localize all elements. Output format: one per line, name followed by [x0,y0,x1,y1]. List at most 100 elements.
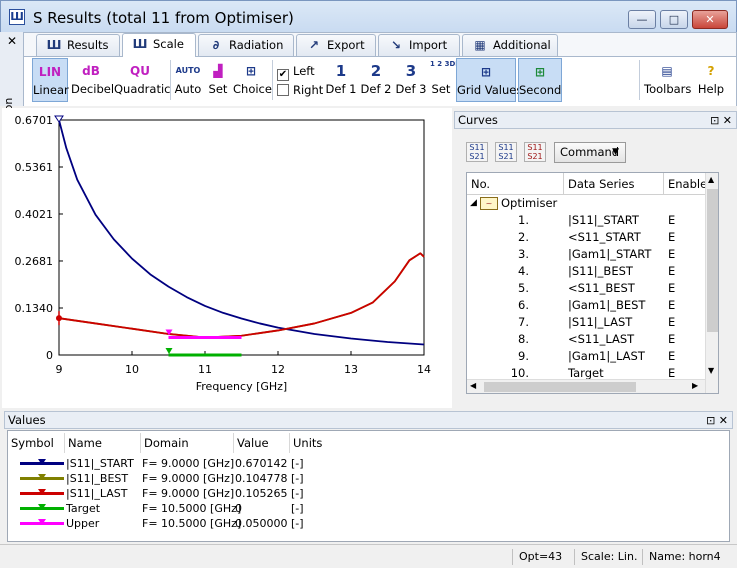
hscrollbar-thumb[interactable] [484,382,636,392]
set-defaults-button[interactable]: 1 2 3DEF Set [429,58,465,102]
tab-export[interactable]: ↗ Export [296,34,376,56]
curve-row[interactable]: 1. |S11|_START E [467,212,705,229]
def3-label: Def 3 [395,82,427,96]
def2-button[interactable]: 2 Def 2 [360,58,392,102]
grid-values-button[interactable]: ⊞ Grid Values [456,58,522,102]
values-row-units: [-] [291,457,304,470]
minimize-button[interactable]: — [628,10,656,29]
def2-label: Def 2 [360,82,392,96]
def-set-icon: 1 2 3DEF [430,60,465,68]
vertical-scrollbar[interactable]: ▲ ▼ [705,173,718,393]
collapse-triangle-icon[interactable]: ◢ [470,195,477,212]
curve-row-enabled: E [668,315,676,329]
column-header-name[interactable]: Name [65,433,141,453]
ribbon-close-icon[interactable]: ✕ [7,34,17,48]
curve-row[interactable]: 4. |S11|_BEST E [467,263,705,280]
column-header-data-series[interactable]: Data Series [564,173,664,195]
scroll-down-icon[interactable]: ▼ [708,366,714,375]
second-button[interactable]: ⊞ Second [518,58,562,102]
column-header-domain[interactable]: Domain [141,433,234,453]
pin-icon[interactable]: ⊡ [706,414,715,427]
window-title: S Results (total 11 from Optimiser) [33,9,294,27]
choice-button[interactable]: ⊞ Choice [233,58,272,102]
close-window-button[interactable]: ✕ [692,10,728,29]
values-row-units: [-] [291,517,304,530]
help-button[interactable]: ? Help [695,58,727,102]
def3-icon: 3 [405,62,417,80]
curve-row[interactable]: 3. |Gam1|_START E [467,246,705,263]
left-axis-checkbox[interactable]: ✔ Left [277,64,315,81]
right-axis-checkbox[interactable]: Right [277,83,323,97]
curve-row-no: 1. [518,213,529,227]
decibel-button[interactable]: dB Decibel [71,58,114,102]
horizontal-scrollbar[interactable]: ◀ ▶ [467,379,705,393]
curve-row[interactable]: 7. |S11|_LAST E [467,314,705,331]
s11-s21-icon[interactable]: S11 S21 [466,142,488,162]
curve-row[interactable]: 8. <S11_LAST E [467,331,705,348]
set-scale-button[interactable]: ▟ Set [206,58,230,102]
y-tick-label: 0.1340 [15,302,54,315]
curve-row[interactable]: 5. <S11_BEST E [467,280,705,297]
column-header-symbol[interactable]: Symbol [8,433,65,453]
curve-row-series: <S11_LAST [568,332,635,346]
y-tick-label: 0.4021 [15,208,54,221]
right-checkbox-label: Right [293,83,324,97]
additional-icon: ▦ [474,38,486,52]
curve-row-no: 6. [518,298,529,312]
toolbars-button[interactable]: ▤ Toolbars [644,58,691,102]
column-header-value[interactable]: Value [234,433,290,453]
ribbon-side-bar: ✕ Ribbon [0,32,24,136]
plot-area[interactable]: 9 10 11 12 13 14 0 0.1340 0.2681 0.4021 0.5361 0.67… [2,108,452,408]
curve-row[interactable]: 6. |Gam1|_BEST E [467,297,705,314]
close-panel-icon[interactable]: ✕ [719,414,728,427]
curves-table[interactable]: No. Data Series Enabled ◢ ~ Optimiser 1.… [466,172,719,394]
tab-radiation[interactable]: ∂ Radiation [198,34,294,56]
values-panel-title: Values [8,413,46,427]
quadratic-button[interactable]: QU Quadratic [114,58,171,102]
values-row[interactable]: |S11|_BEST F= 9.0000 [GHz] 0.104778 [-] [8,471,728,486]
curve-row-series: |Gam1|_LAST [568,349,645,363]
x-tick-label: 9 [56,363,63,376]
tab-results[interactable]: Ш Results [36,34,120,56]
tab-scale[interactable]: Ш Scale [122,33,196,57]
values-row[interactable]: |S11|_LAST F= 9.0000 [GHz] 0.105265 [-] [8,486,728,501]
close-panel-icon[interactable]: ✕ [723,114,732,127]
linear-button[interactable]: LIN Linear [32,58,69,102]
y-tick-label: 0 [46,349,53,362]
quadratic-label: Quadratic [114,82,171,96]
values-row[interactable]: Upper F= 10.5000 [GHz] 0.050000 [-] [8,516,728,531]
tab-radiation-label: Radiation [229,38,284,52]
values-row-name: |S11|_START [66,457,134,470]
s11-s21-icon[interactable]: S11 S21 [524,142,546,162]
values-row[interactable]: Target F= 10.5000 [GHz] 0 [-] [8,501,728,516]
scroll-right-icon[interactable]: ▶ [692,381,698,390]
maximize-button[interactable]: □ [660,10,688,29]
def1-button[interactable]: 1 Def 1 [325,58,357,102]
lin-icon: LIN [38,65,62,79]
values-row[interactable]: |S11|_START F= 9.0000 [GHz] 0.670142 [-] [8,456,728,471]
column-header-enabled[interactable]: Enabled [664,173,706,195]
scroll-up-icon[interactable]: ▲ [708,175,714,184]
def3-button[interactable]: 3 Def 3 [395,58,427,102]
tab-additional[interactable]: ▦ Additional [462,34,558,56]
right-checkbox-box[interactable] [277,84,289,96]
x-tick-label: 12 [271,363,285,376]
scrollbar-thumb[interactable] [707,189,718,332]
values-table[interactable]: Symbol Name Domain Value Units |S11|_STA… [7,430,730,542]
column-header-units[interactable]: Units [290,433,350,453]
ribbon-divider [639,60,640,100]
command-dropdown[interactable]: Command ▼ [554,142,626,163]
auto-icon: AUTO [175,66,201,75]
command-label: Command [560,145,620,159]
auto-button[interactable]: AUTO Auto [173,58,203,102]
pin-icon[interactable]: ⊡ [710,114,719,127]
scroll-left-icon[interactable]: ◀ [470,381,476,390]
curve-row[interactable]: 2. <S11_START E [467,229,705,246]
s11-s21-icon[interactable]: S11 S21 [495,142,517,162]
s-parameter-chart[interactable]: 9 10 11 12 13 14 0 0.1340 0.2681 0.4021 0.5361 0.67… [2,108,452,408]
tree-group-optimiser[interactable]: ◢ ~ Optimiser [467,195,705,212]
curve-row[interactable]: 9. |Gam1|_LAST E [467,348,705,365]
left-checkbox-box[interactable]: ✔ [277,69,289,81]
column-header-no[interactable]: No. [467,173,564,195]
tab-import[interactable]: ↘ Import [378,34,460,56]
